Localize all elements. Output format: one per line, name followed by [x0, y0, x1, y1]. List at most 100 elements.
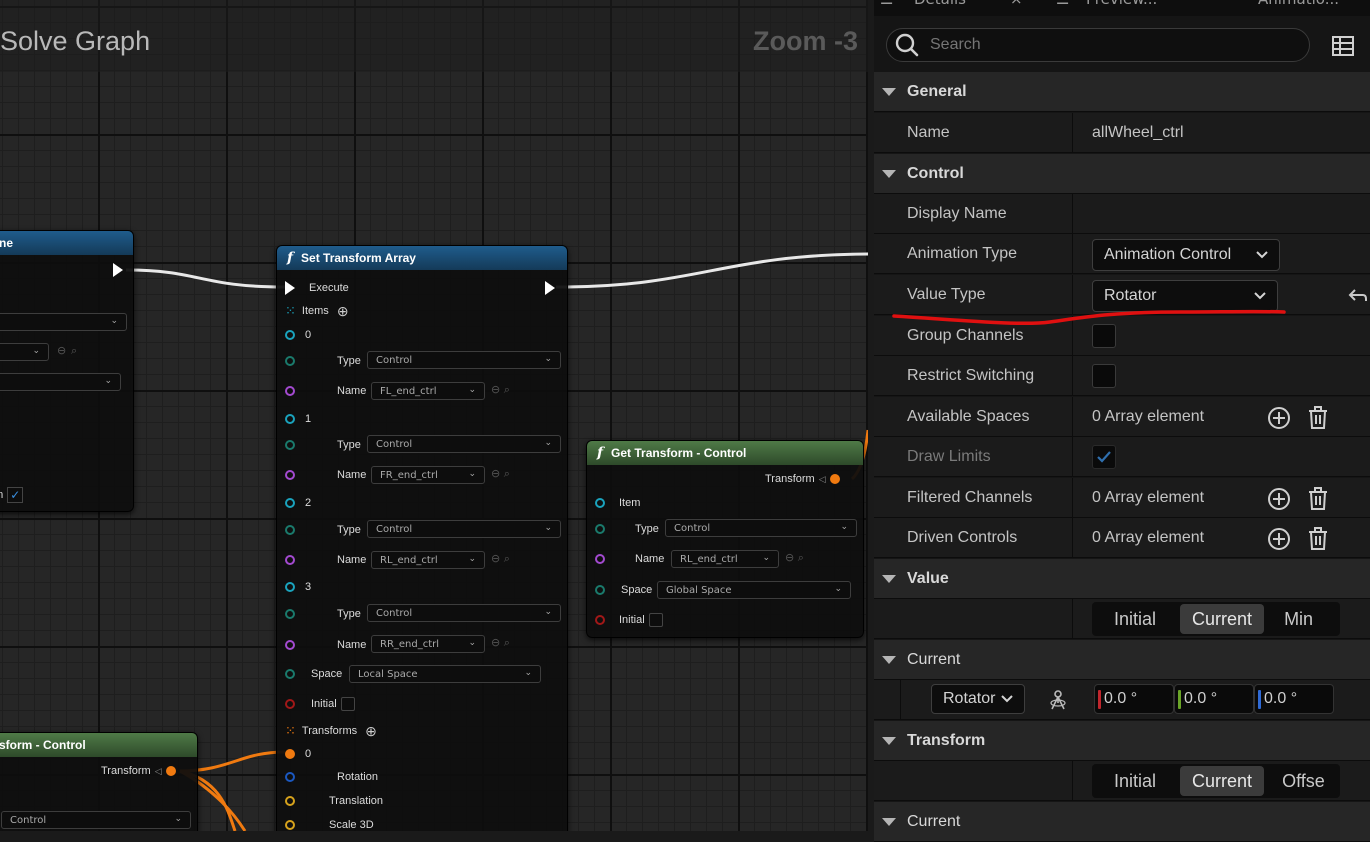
table-view-icon[interactable]	[1332, 35, 1354, 57]
use-selected-icon[interactable]: ⊖ ⌕	[491, 383, 510, 397]
rotation-z-field[interactable]: 0.0 °	[1254, 684, 1334, 714]
section-transform[interactable]: Transform	[874, 721, 1370, 761]
item-pin[interactable]	[595, 498, 605, 508]
name-pin[interactable]	[285, 640, 295, 650]
left-node-dropdown-1[interactable]: ⌄	[0, 313, 127, 331]
bottom-transform-control-node[interactable]: sform - Control Transform ◁ Control ⌄	[0, 732, 198, 831]
left-node-dropdown-2[interactable]: ⌄	[0, 343, 49, 361]
add-transform-button[interactable]: ⊕	[365, 723, 377, 740]
graph-canvas[interactable]: Solve Graph Zoom -3 ne ⌄ ⌄ ⊖ ⌕ ⌄ en ✓ fS…	[0, 0, 868, 831]
type-pin[interactable]	[285, 440, 295, 450]
initial-checkbox[interactable]	[648, 613, 663, 627]
segment-initial[interactable]: Initial	[1094, 766, 1176, 796]
section-value[interactable]: Value	[874, 559, 1370, 599]
name-dropdown[interactable]: FR_end_ctrl ⌄	[371, 466, 485, 484]
tab-animation[interactable]: Animatio...	[1258, 0, 1339, 8]
use-selected-icon[interactable]: ⊖ ⌕	[491, 552, 510, 566]
type-pin[interactable]	[285, 525, 295, 535]
add-item-button[interactable]: ⊕	[337, 303, 349, 320]
name-dropdown[interactable]: RR_end_ctrl ⌄	[371, 635, 485, 653]
transform-out-pin[interactable]	[165, 766, 176, 776]
initial-pin[interactable]	[285, 699, 295, 709]
group-channels-checkbox[interactable]	[1092, 324, 1116, 348]
type-dropdown[interactable]: Control ⌄	[665, 519, 857, 537]
animation-type-combo[interactable]: Animation Control	[1092, 239, 1280, 271]
type-pin[interactable]	[595, 524, 605, 534]
name-dropdown[interactable]: FL_end_ctrl ⌄	[371, 382, 485, 400]
space-pin[interactable]	[595, 585, 605, 595]
item-pin[interactable]	[285, 498, 295, 508]
item-pin[interactable]	[285, 414, 295, 424]
rotation-mode-icon[interactable]	[1048, 689, 1068, 711]
type-dropdown[interactable]: Control ⌄	[367, 520, 561, 538]
name-dropdown[interactable]: RL_end_ctrl ⌄	[671, 550, 779, 568]
space-dropdown[interactable]: Global Space ⌄	[657, 581, 851, 599]
draw-limits-checkbox[interactable]	[1092, 445, 1116, 469]
segment-current[interactable]: Current	[1180, 766, 1265, 796]
scale-pin[interactable]	[285, 820, 295, 830]
type-pin[interactable]	[285, 356, 295, 366]
reset-to-default-icon[interactable]	[1347, 287, 1367, 305]
trash-icon[interactable]	[1307, 527, 1329, 551]
segment-offset[interactable]: Offse	[1268, 766, 1339, 796]
transform-out-pin[interactable]	[829, 474, 840, 484]
name-value[interactable]: allWheel_ctrl	[1092, 124, 1184, 142]
space-pin[interactable]	[285, 669, 295, 679]
browse-icon[interactable]: ⌕	[71, 344, 77, 358]
exec-out-pin[interactable]	[113, 263, 123, 277]
type-dropdown[interactable]: Control ⌄	[367, 604, 561, 622]
tab-details[interactable]: Details	[914, 0, 966, 8]
trash-icon[interactable]	[1307, 487, 1329, 511]
section-current[interactable]: Current	[874, 640, 1370, 680]
array-pin-icon[interactable]: ⁙	[285, 303, 296, 319]
rotation-pin[interactable]	[285, 772, 295, 782]
space-dropdown[interactable]: Local Space ⌄	[349, 665, 541, 683]
translation-pin[interactable]	[285, 796, 295, 806]
name-pin[interactable]	[285, 470, 295, 480]
left-node-dropdown-3[interactable]: ⌄	[0, 373, 121, 391]
add-element-icon[interactable]	[1267, 406, 1291, 430]
search-input[interactable]	[928, 35, 1292, 55]
get-transform-control-node[interactable]: f Get Transform - Control Transform ◁ Item…	[586, 440, 864, 638]
name-dropdown[interactable]: RL_end_ctrl ⌄	[371, 551, 485, 569]
use-selected-icon[interactable]: ⊖ ⌕	[491, 636, 510, 650]
segment-current[interactable]: Current	[1180, 604, 1265, 634]
type-dropdown[interactable]: Control ⌄	[367, 435, 561, 453]
add-element-icon[interactable]	[1267, 527, 1291, 551]
array-pin-icon[interactable]: ⁙	[285, 723, 296, 739]
type-pin[interactable]	[285, 609, 295, 619]
type-dropdown[interactable]: Control ⌄	[367, 351, 561, 369]
set-transform-array-node[interactable]: f Set Transform Array Execute ⁙ Items ⊕ 0…	[276, 245, 568, 831]
initial-checkbox[interactable]	[340, 697, 355, 711]
name-pin[interactable]	[595, 554, 605, 564]
left-node-checkbox[interactable]: ✓	[7, 487, 24, 503]
add-element-icon[interactable]	[1267, 487, 1291, 511]
tab-close-icon[interactable]: ×	[1010, 0, 1023, 8]
rotation-y-field[interactable]: 0.0 °	[1174, 684, 1254, 714]
section-control[interactable]: Control	[874, 154, 1370, 194]
type-dropdown[interactable]: Control ⌄	[1, 811, 191, 829]
section-current-2[interactable]: Current	[874, 802, 1370, 842]
search-box[interactable]	[886, 28, 1310, 62]
restrict-switching-checkbox[interactable]	[1092, 364, 1116, 388]
rotator-combo[interactable]: Rotator	[931, 684, 1025, 714]
trash-icon[interactable]	[1307, 406, 1329, 430]
use-selected-icon[interactable]: ⊖ ⌕	[491, 467, 510, 481]
name-pin[interactable]	[285, 555, 295, 565]
use-selected-icon[interactable]: ⊖ ⌕	[785, 551, 804, 565]
section-general[interactable]: General	[874, 72, 1370, 112]
use-selected-icon[interactable]: ⊖	[57, 344, 66, 357]
left-node[interactable]: ne ⌄ ⌄ ⊖ ⌕ ⌄ en ✓	[0, 230, 134, 512]
segment-initial[interactable]: Initial	[1094, 604, 1176, 634]
rotation-x-field[interactable]: 0.0 °	[1094, 684, 1174, 714]
segment-min[interactable]: Min	[1268, 604, 1329, 634]
transform-pin[interactable]	[285, 749, 295, 759]
item-pin[interactable]	[285, 582, 295, 592]
exec-in-pin[interactable]	[285, 281, 295, 295]
initial-pin[interactable]	[595, 615, 605, 625]
name-pin[interactable]	[285, 386, 295, 396]
value-type-combo[interactable]: Rotator	[1092, 280, 1278, 312]
exec-out-pin[interactable]	[545, 281, 555, 295]
tab-preview[interactable]: Preview...	[1086, 0, 1157, 8]
item-pin[interactable]	[285, 330, 295, 340]
